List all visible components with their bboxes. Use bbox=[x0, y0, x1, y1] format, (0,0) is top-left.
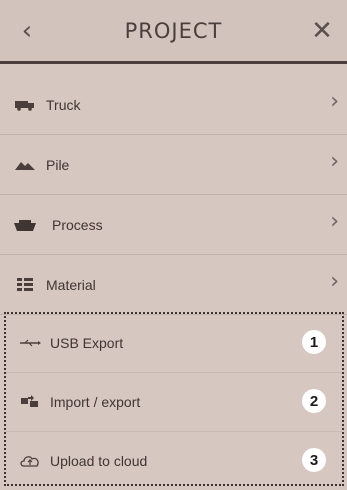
callout-badge: 1 bbox=[302, 330, 326, 354]
export-section: USB Export 1 Import / export 2 Upload to… bbox=[4, 312, 344, 486]
close-button[interactable]: ✕ bbox=[305, 14, 339, 48]
menu-item-label: Truck bbox=[46, 96, 81, 113]
menu-item-label: Upload to cloud bbox=[50, 453, 148, 469]
menu-item-upload-to-cloud[interactable]: Upload to cloud 3 bbox=[6, 432, 342, 490]
page-title: PROJECT bbox=[124, 18, 223, 43]
menu-item-label: Process bbox=[52, 216, 103, 233]
close-icon: ✕ bbox=[311, 16, 333, 46]
menu-item-label: USB Export bbox=[50, 335, 124, 351]
project-screen: ‹ PROJECT ✕ Truck › Pile › Process › Mat… bbox=[0, 0, 347, 490]
menu-item-process[interactable]: Process › bbox=[0, 195, 347, 255]
import-export-icon bbox=[18, 395, 42, 409]
callout-badge: 2 bbox=[302, 389, 326, 413]
menu-item-label: Material bbox=[46, 276, 96, 293]
menu-item-import-export[interactable]: Import / export 2 bbox=[6, 373, 342, 431]
menu-item-usb-export[interactable]: USB Export 1 bbox=[6, 314, 342, 372]
project-menu: Truck › Pile › Process › Material › bbox=[0, 75, 347, 315]
callout-badge: 3 bbox=[302, 448, 326, 472]
menu-item-pile[interactable]: Pile › bbox=[0, 135, 347, 195]
menu-item-label: Pile bbox=[46, 156, 70, 173]
bowl-icon bbox=[12, 217, 38, 233]
chevron-right-icon: › bbox=[330, 269, 339, 294]
cloud-upload-icon bbox=[18, 454, 42, 468]
header-bar: ‹ PROJECT ✕ bbox=[0, 0, 347, 64]
menu-item-truck[interactable]: Truck › bbox=[0, 75, 347, 135]
menu-item-label: Import / export bbox=[50, 394, 141, 410]
menu-item-material[interactable]: Material › bbox=[0, 255, 347, 315]
back-button[interactable]: ‹ bbox=[10, 14, 44, 48]
material-icon bbox=[12, 277, 38, 293]
chevron-left-icon: ‹ bbox=[21, 16, 33, 46]
chevron-right-icon: › bbox=[330, 209, 339, 234]
truck-icon bbox=[12, 99, 38, 111]
chevron-right-icon: › bbox=[330, 89, 339, 114]
pile-icon bbox=[12, 159, 38, 171]
usb-icon bbox=[18, 338, 42, 348]
chevron-right-icon: › bbox=[330, 149, 339, 174]
